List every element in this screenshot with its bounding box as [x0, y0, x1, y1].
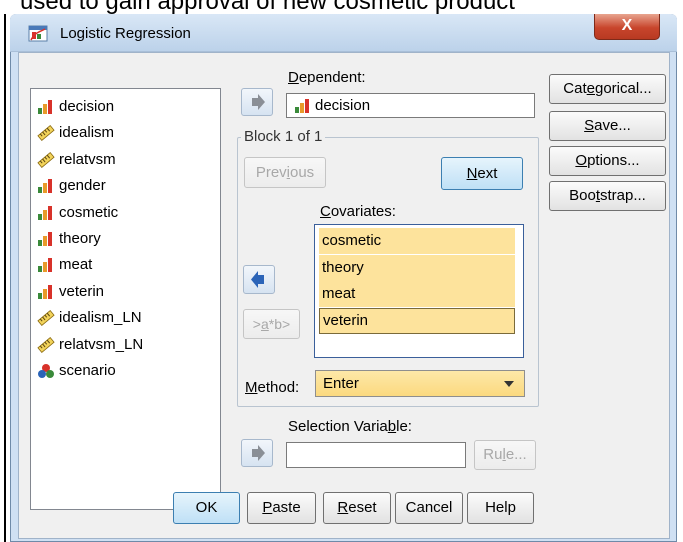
- paste-button[interactable]: Paste: [247, 492, 316, 524]
- variable-name: idealism_LN: [59, 309, 142, 327]
- variable-name: decision: [59, 98, 115, 115]
- source-variable-list[interactable]: decision idealism relatvsm gender cosmetic th…: [30, 88, 221, 510]
- ok-button[interactable]: OK: [173, 492, 240, 524]
- method-label: Method:: [245, 379, 300, 396]
- document-border-line: [4, 14, 6, 542]
- method-value: Enter: [323, 375, 359, 392]
- dependent-label: Dependent:: [288, 69, 366, 86]
- save-button[interactable]: Save...: [549, 111, 666, 141]
- scale-variable-icon: [37, 151, 55, 168]
- categorical-button[interactable]: Categorical...: [549, 74, 666, 104]
- close-button[interactable]: X: [594, 14, 660, 40]
- bootstrap-button[interactable]: Bootstrap...: [549, 181, 666, 211]
- nominal-variable-icon: [37, 284, 55, 300]
- scale-variable-icon: [37, 336, 55, 353]
- variable-name: theory: [59, 230, 101, 247]
- covariates-label: Covariates:: [320, 203, 396, 220]
- variable-name: cosmetic: [59, 203, 119, 221]
- method-dropdown[interactable]: Enter: [315, 370, 525, 397]
- set-variable-icon: [37, 363, 55, 379]
- variable-name: veterin: [59, 282, 105, 300]
- covariate-item[interactable]: veterin: [319, 307, 515, 334]
- move-to-selection-button[interactable]: [241, 439, 273, 467]
- previous-button[interactable]: Previous: [244, 157, 326, 188]
- covariate-item[interactable]: cosmetic: [319, 228, 515, 254]
- variable-name: gender: [59, 177, 106, 195]
- dependent-field[interactable]: decision: [286, 93, 535, 118]
- variable-name: meat: [59, 256, 93, 274]
- chevron-down-icon: [504, 381, 514, 387]
- logistic-regression-app-icon: [28, 24, 48, 44]
- selection-variable-field[interactable]: [286, 442, 466, 468]
- rule-button[interactable]: Rule...: [474, 440, 536, 470]
- dialog-title: Logistic Regression: [60, 25, 191, 42]
- covariate-item[interactable]: theory: [319, 254, 515, 281]
- selection-variable-label: Selection Variable:: [288, 418, 412, 435]
- variable-name: relatvsm: [59, 150, 116, 168]
- scale-variable-icon: [37, 310, 55, 327]
- scale-variable-icon: [37, 125, 55, 142]
- nominal-variable-icon: [37, 231, 55, 247]
- close-icon: X: [621, 17, 633, 34]
- arrow-right-icon: [252, 94, 265, 110]
- covariate-item[interactable]: meat: [319, 281, 515, 307]
- covariates-list[interactable]: cosmetic theory meat veterin: [314, 224, 524, 358]
- next-button[interactable]: Next: [441, 157, 523, 190]
- nominal-variable-icon: [37, 99, 55, 115]
- help-button[interactable]: Help: [467, 492, 534, 524]
- nominal-variable-icon: [37, 257, 55, 273]
- dependent-value: decision: [315, 97, 371, 114]
- nominal-variable-icon: [294, 98, 312, 118]
- cancel-button[interactable]: Cancel: [395, 492, 463, 524]
- variable-name: relatvsm_LN: [59, 335, 144, 353]
- block-legend: Block 1 of 1: [241, 129, 326, 145]
- options-button[interactable]: Options...: [549, 146, 666, 176]
- nominal-variable-icon: [37, 178, 55, 194]
- variable-name: scenario: [59, 362, 116, 379]
- arrow-left-icon: [251, 271, 264, 288]
- reset-button[interactable]: Reset: [323, 492, 391, 524]
- nominal-variable-icon: [37, 205, 55, 221]
- interaction-button[interactable]: >a*b>: [243, 309, 300, 339]
- move-to-covariates-button[interactable]: [243, 265, 275, 294]
- variable-name: idealism: [59, 124, 115, 142]
- arrow-right-icon: [252, 445, 265, 461]
- move-to-dependent-button[interactable]: [241, 88, 273, 116]
